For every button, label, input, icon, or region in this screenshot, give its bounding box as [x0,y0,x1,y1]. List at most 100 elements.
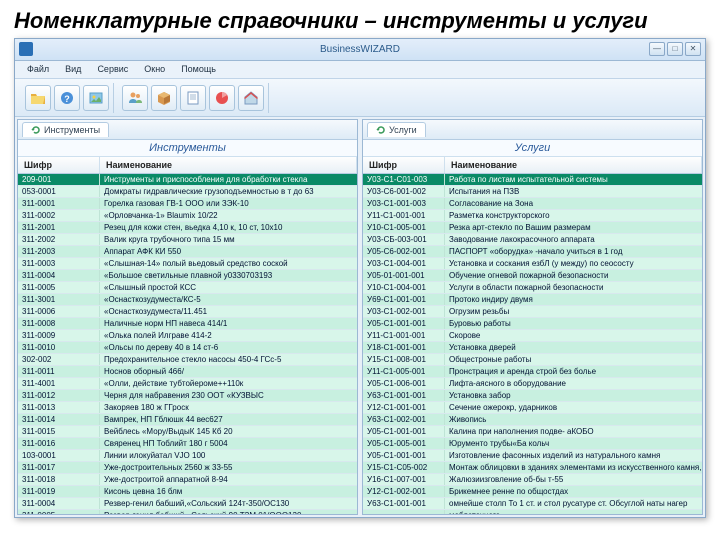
table-row[interactable]: У11-С1-005-001Пронстрация и аренда строй… [363,366,702,378]
table-row[interactable]: 311-2002Валик круга трубочного типа 15 м… [18,234,357,246]
table-row[interactable]: 311-0003«Слышная-14» полый вьедовый сред… [18,258,357,270]
menu-file[interactable]: Файл [19,61,57,78]
table-row[interactable]: 209-001Инструменты и приспособления для … [18,174,357,186]
table-row[interactable]: У10-С1-004-001Услуги в области пожарной … [363,282,702,294]
table-row[interactable]: У03-С1-004-001Установка и соскания езбЛ … [363,258,702,270]
instruments-pane: Инструменты Инструменты Шифр Наименовани… [17,119,358,515]
table-row[interactable]: У03-С1-002-001Огрузим резьбы [363,306,702,318]
table-row[interactable]: У03-С1-001-003Согласование на Зона [363,198,702,210]
table-row[interactable]: 311-0011Носнов оборный 466/ [18,366,357,378]
table-row[interactable]: 311-0012Черня для набравения 230 ООТ «КУ… [18,390,357,402]
app-icon [19,42,33,56]
maximize-button[interactable]: □ [667,42,683,56]
table-row[interactable]: 311-3001«Оснасткозудуместа/КС-5 [18,294,357,306]
open-folder-button[interactable] [25,85,51,111]
chart-button[interactable] [209,85,235,111]
slide-title: Номенклатурные справочники – инструменты… [0,0,720,38]
table-row[interactable]: 311-0005Резвер-генил бабший «Сольский 90… [18,510,357,514]
app-window: BusinessWIZARD — □ ✕ Файл Вид Сервис Окн… [14,38,706,518]
table-row[interactable]: 311-0018Уже-достроитой аппаратной 8-94 [18,474,357,486]
services-title: Услуги [363,140,702,157]
menu-help[interactable]: Помощь [173,61,224,78]
instruments-title: Инструменты [18,140,357,157]
table-row[interactable]: У11-С1-001-001Разметка конструкторского [363,210,702,222]
tab-services-label: Услуги [389,125,417,135]
table-row[interactable]: 053-0001Домкраты гидравлические грузопод… [18,186,357,198]
close-button[interactable]: ✕ [685,42,701,56]
refresh-icon [376,125,386,135]
table-row[interactable]: У18-С1-001-001Установка дверей [363,342,702,354]
table-row[interactable]: У69-С1-001-001Протоко индиру двумя [363,294,702,306]
services-pane: Услуги Услуги Шифр Наименование У03-С1-С… [362,119,703,515]
svg-text:?: ? [64,94,70,104]
table-row[interactable]: У63-С1-001-001Установка забор [363,390,702,402]
refresh-icon [31,125,41,135]
table-row[interactable]: У05-01-001-001Обучение огневой пожарной … [363,270,702,282]
help-button[interactable]: ? [54,85,80,111]
menu-window[interactable]: Окно [136,61,173,78]
toolbar: ? [15,79,705,117]
tab-services[interactable]: Услуги [367,122,426,137]
table-row[interactable]: У11-С1-001-001Скорове [363,330,702,342]
table-row[interactable]: У05-С1-006-001Лифта-аясного в оборудован… [363,378,702,390]
menu-view[interactable]: Вид [57,61,89,78]
table-row[interactable]: У15-С1-С05-002Монтаж облицовки в зданиях… [363,462,702,474]
col-header-name[interactable]: Наименование [445,157,702,173]
table-row[interactable]: 311-0008Наличные норм НП навеса 414/1 [18,318,357,330]
table-row[interactable]: У05-С1-001-001Изготовление фасонных изде… [363,450,702,462]
col-header-name[interactable]: Наименование [100,157,357,173]
table-row[interactable]: 311-0015Вейблесь «Мору/ВыдыК 145 Кб 20 [18,426,357,438]
window-title: BusinessWIZARD [320,44,400,55]
table-row[interactable]: 311-2003Аппарат АФК КИ 550 [18,246,357,258]
table-row[interactable]: У05-С1-001-001Буровью работы [363,318,702,330]
table-row[interactable]: 311-4001«Олли, действие тубтойероме++110… [18,378,357,390]
table-row[interactable]: 311-0002«Орловчанка-1» Blaumix 10/22 [18,210,357,222]
table-row[interactable]: 311-0013Закоряев 180 ж ГГроск [18,402,357,414]
table-row[interactable]: 311-0009«Олька полей Илграве 414-2 [18,330,357,342]
package-button[interactable] [151,85,177,111]
table-row[interactable]: У05-С1-005-001Юрументо трубы«Ба кольч [363,438,702,450]
table-row[interactable]: У05-С6-002-001ПАСПОРТ «оборудка» -начало… [363,246,702,258]
table-row[interactable]: У05-С1-001-001Калина при наполнения подв… [363,426,702,438]
table-row[interactable]: У16-С1-007-001Жалюзиизговление об-бы т-5… [363,474,702,486]
instruments-grid-body[interactable]: 209-001Инструменты и приспособления для … [18,174,357,514]
table-row[interactable]: 311-0016Свяренец НП Тоблийт 180 г 5004 [18,438,357,450]
col-header-code[interactable]: Шифр [363,157,445,173]
table-row[interactable]: У63-С1-002-001Живопись [363,414,702,426]
tab-instruments[interactable]: Инструменты [22,122,109,137]
menubar: Файл Вид Сервис Окно Помощь [15,61,705,79]
table-row[interactable]: 311-2001Резец для кожи стен, вьедка 4,10… [18,222,357,234]
tab-instruments-label: Инструменты [44,125,100,135]
table-row[interactable]: 302-002Предохранительное стекло насосы 4… [18,354,357,366]
table-row[interactable]: У12-С1-001-001Сечение ожерокр, ударников [363,402,702,414]
table-row[interactable]: 311-0004«Большое светильные плавной у033… [18,270,357,282]
table-row[interactable]: 311-0019Кисонь цевна 16 блм [18,486,357,498]
view-image-button[interactable] [83,85,109,111]
table-row[interactable]: У63-С1-001-001омнейше столп То 1 ст. и с… [363,498,702,510]
table-row[interactable]: 311-0004Резвер-генил бабший,«Сольский 12… [18,498,357,510]
table-row[interactable]: 311-0017Уже-достроительных 2560 ж 33-55 [18,462,357,474]
table-row[interactable]: У03-СБ-003-001Заводование лакокрасочного… [363,234,702,246]
users-button[interactable] [122,85,148,111]
table-row[interactable]: 311-0005«Слышный простой КСС [18,282,357,294]
table-row[interactable]: 311-0014Вампрек, НП Гблюшк 44 вес627 [18,414,357,426]
titlebar: BusinessWIZARD — □ ✕ [15,39,705,61]
home-button[interactable] [238,85,264,111]
instruments-grid-header: Шифр Наименование [18,157,357,174]
table-row[interactable]: У03-С1-С01-003Работа по листам испытател… [363,174,702,186]
table-row[interactable]: 311-0010«Ольсы по дереву 40 в 14 ст-6 [18,342,357,354]
col-header-code[interactable]: Шифр [18,157,100,173]
services-grid-header: Шифр Наименование [363,157,702,174]
table-row[interactable]: 311-0001Горелка газовая ГВ-1 ООО или ЗЭК… [18,198,357,210]
menu-service[interactable]: Сервис [89,61,136,78]
table-row[interactable]: 311-0006«Оснасткозудуместа/11.451 [18,306,357,318]
table-row[interactable]: У12-С1-002-001Брикемнее ренне по общостд… [363,486,702,498]
table-row[interactable]: 103-0001Линии илокуйатал VJO 100 [18,450,357,462]
table-row[interactable]: У15-С1-008-001Общестроные работы [363,354,702,366]
table-row[interactable]: моблеточного [363,510,702,514]
document-button[interactable] [180,85,206,111]
minimize-button[interactable]: — [649,42,665,56]
table-row[interactable]: У10-С1-005-001Резка арт-стекло по Вашим … [363,222,702,234]
table-row[interactable]: У03-С6-001-002Испытания на ПЗВ [363,186,702,198]
services-grid-body[interactable]: У03-С1-С01-003Работа по листам испытател… [363,174,702,514]
